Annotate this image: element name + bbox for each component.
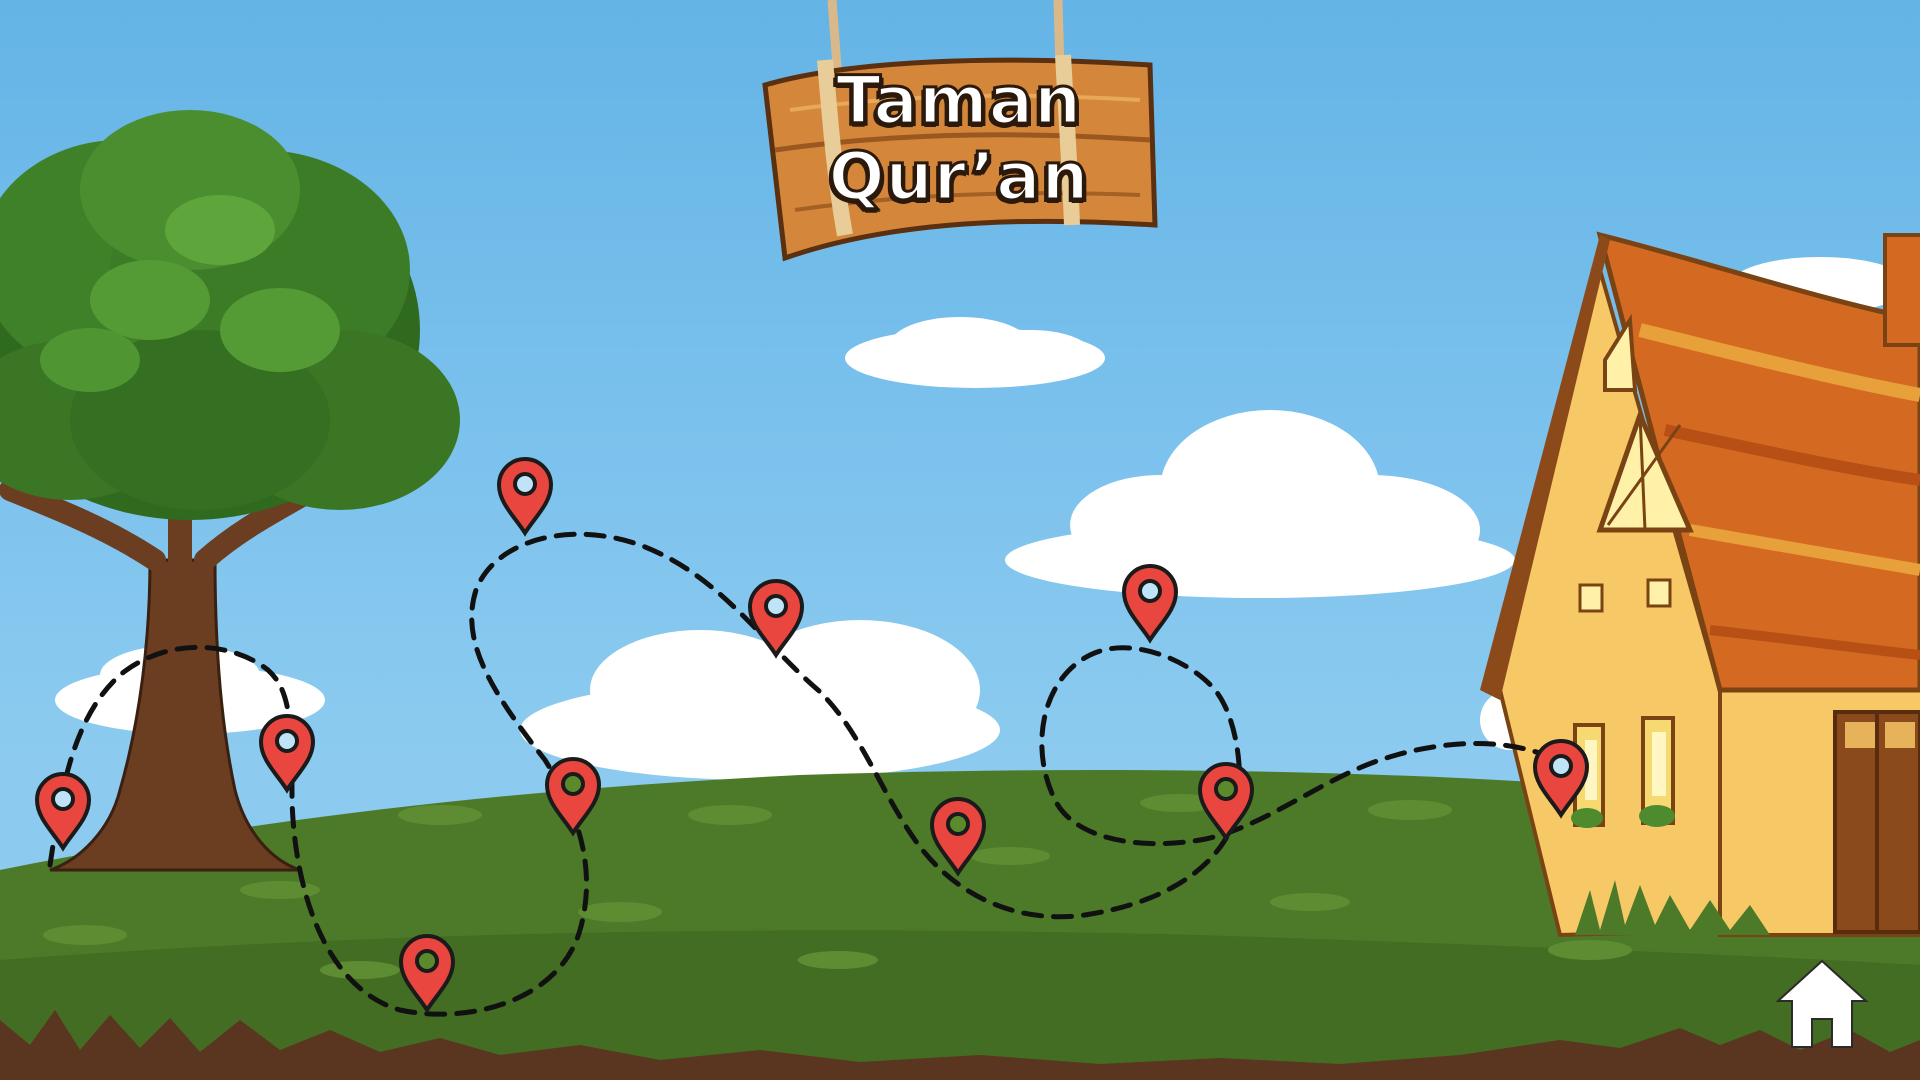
level-pin-5[interactable] <box>496 457 554 537</box>
pin-center <box>764 594 788 618</box>
home-icon <box>1775 959 1869 1048</box>
level-pin-10[interactable] <box>1532 739 1590 819</box>
pin-center <box>415 949 439 973</box>
pin-center <box>561 772 585 796</box>
game-scene: Taman Qur’an <box>0 0 1920 1080</box>
level-pin-8[interactable] <box>1121 564 1179 644</box>
level-pins <box>34 457 1590 1014</box>
level-pin-9[interactable] <box>1197 762 1255 842</box>
level-pin-6[interactable] <box>747 579 805 659</box>
level-pin-3[interactable] <box>398 934 456 1014</box>
pin-center <box>1138 579 1162 603</box>
level-pin-2[interactable] <box>258 714 316 794</box>
level-pin-4[interactable] <box>544 757 602 837</box>
pin-center <box>946 812 970 836</box>
pin-center <box>275 729 299 753</box>
pin-center <box>513 472 537 496</box>
level-pin-7[interactable] <box>929 797 987 877</box>
pin-center <box>1549 754 1573 778</box>
pin-center <box>51 787 75 811</box>
pin-center <box>1214 777 1238 801</box>
home-button[interactable] <box>1772 955 1872 1055</box>
level-pin-1[interactable] <box>34 772 92 852</box>
